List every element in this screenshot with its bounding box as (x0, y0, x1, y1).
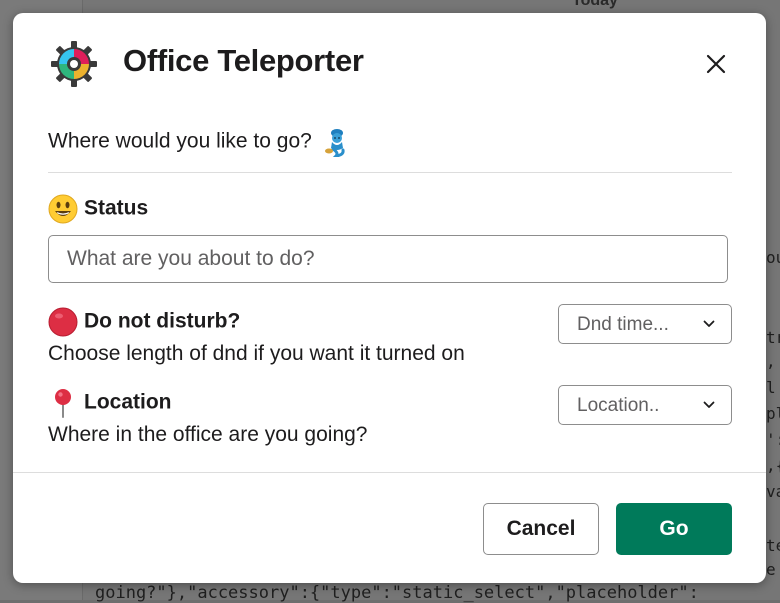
location-label-text: Location (84, 390, 172, 414)
background-code-line: going?"},"accessory":{"type":"static_sel… (95, 583, 699, 603)
red-circle-emoji (48, 307, 78, 337)
dnd-time-select[interactable]: Dnd time... (558, 304, 732, 344)
background-code-fragment: ': (766, 430, 780, 449)
background-code-fragment: tr (766, 328, 780, 347)
prompt-text: Where would you like to go? (48, 129, 312, 153)
prompt-line: Where would you like to go? (48, 127, 350, 157)
status-label-text: Status (84, 196, 149, 220)
cancel-button[interactable]: Cancel (483, 503, 599, 555)
footer-divider (13, 472, 766, 473)
background-code-fragment: , (766, 352, 776, 371)
status-section-label: Status (48, 194, 148, 224)
background-date-label: Today (572, 0, 618, 9)
background-code-fragment: ,{ (766, 456, 780, 475)
background-code-fragment: va (766, 482, 780, 501)
chevron-down-icon (703, 320, 715, 327)
background-code-fragment: e (766, 560, 776, 579)
modal-title: Office Teleporter (123, 43, 364, 78)
location-select-placeholder: Location.. (577, 395, 660, 416)
dnd-section-label: Do not disturb? (48, 307, 240, 337)
background-code-fragment: pl (766, 404, 780, 423)
teleporter-modal: Office Teleporter Where would you like t… (13, 13, 766, 583)
chevron-down-icon (703, 401, 715, 408)
dnd-description: Choose length of dnd if you want it turn… (48, 342, 465, 365)
location-select[interactable]: Location.. (558, 385, 732, 425)
genie-emoji (324, 129, 345, 157)
location-section-label: Location (48, 388, 172, 418)
status-input[interactable] (48, 235, 728, 283)
round-pushpin-emoji (55, 389, 71, 418)
go-button[interactable]: Go (616, 503, 732, 555)
gear-wheel-icon (51, 41, 97, 87)
background-code-fragment: l (766, 378, 776, 397)
smiley-emoji (48, 194, 78, 224)
divider (48, 172, 732, 173)
close-icon[interactable] (699, 47, 733, 81)
dnd-select-placeholder: Dnd time... (577, 314, 669, 335)
dnd-label-text: Do not disturb? (84, 309, 241, 333)
background-code-fragment: te (766, 536, 780, 555)
location-description: Where in the office are you going? (48, 423, 368, 446)
modal-header: Office Teleporter (13, 13, 766, 113)
background-code-fragment: ou (766, 248, 780, 267)
